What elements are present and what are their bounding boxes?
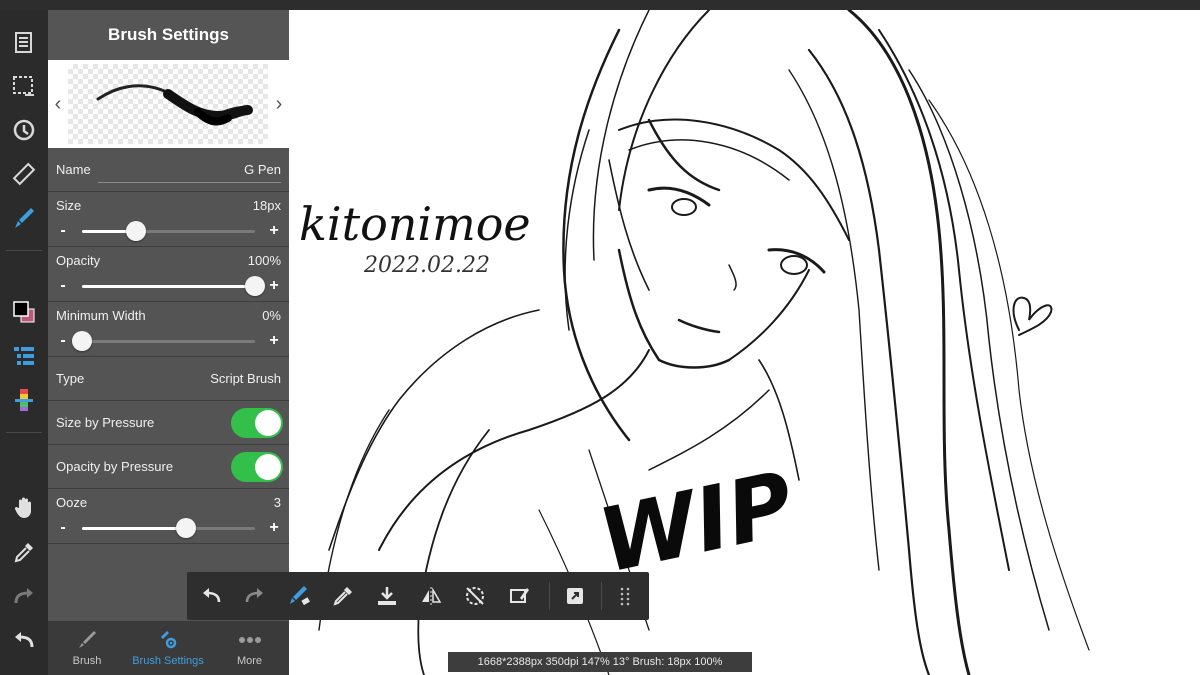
opacity-minus-button[interactable]: - (56, 278, 70, 294)
redo-icon[interactable] (6, 578, 42, 614)
minimum-width-label: Minimum Width (56, 308, 146, 323)
eraser-icon[interactable] (503, 580, 535, 612)
snap-off-icon[interactable] (459, 580, 491, 612)
signature-text: kitonimoe (299, 197, 531, 251)
size-by-pressure-row: Size by Pressure (48, 401, 289, 445)
date-text: 2022.02.22 (363, 253, 490, 278)
panel-bottom-tabs: Brush Brush Settings More (48, 621, 289, 675)
panel-title: Brush Settings (48, 10, 289, 60)
ooze-row: Ooze 3 - + (48, 489, 289, 544)
layers-icon[interactable] (6, 24, 42, 60)
tab-more-label: More (236, 655, 263, 667)
size-by-pressure-label: Size by Pressure (56, 415, 155, 430)
tab-brush[interactable]: Brush (48, 621, 126, 675)
ooze-label: Ooze (56, 495, 88, 510)
minimum-width-slider[interactable] (72, 331, 255, 351)
opacity-value: 100% (247, 253, 281, 268)
action-bar-divider (549, 582, 550, 610)
gradient-icon[interactable] (6, 382, 42, 418)
top-status-strip (0, 0, 1200, 10)
left-toolbar (0, 10, 48, 675)
opacity-slider-fill (82, 285, 255, 288)
name-underline (98, 182, 281, 183)
undo-icon[interactable] (195, 580, 227, 612)
undo-icon[interactable] (6, 622, 42, 658)
opacity-row: Opacity 100% - + (48, 247, 289, 302)
minimum-width-slider-knob[interactable] (72, 331, 92, 351)
name-label: Name (56, 162, 91, 177)
eyedropper-icon[interactable] (6, 534, 42, 570)
brush-stroke-preview (96, 84, 253, 126)
toolbar-divider (6, 250, 42, 251)
canvas-status-bar: 1668*2388px 350dpi 147% 13° Brush: 18px … (448, 652, 752, 672)
opacity-by-pressure-row: Opacity by Pressure (48, 445, 289, 489)
selection-icon[interactable] (6, 68, 42, 104)
brush-icon[interactable] (6, 200, 42, 236)
opacity-by-pressure-toggle[interactable] (231, 452, 283, 482)
size-label: Size (56, 198, 82, 213)
ooze-slider-fill (82, 527, 186, 530)
toggle-knob (255, 410, 281, 436)
preview-prev-arrow[interactable]: ‹ (50, 92, 66, 116)
minimum-width-plus-button[interactable]: + (267, 333, 281, 349)
brush-preview: ‹ › (48, 60, 289, 148)
toolbar-divider (6, 432, 42, 433)
type-label: Type (56, 371, 85, 386)
hand-icon[interactable] (6, 490, 42, 526)
ooze-value: 3 (273, 495, 281, 510)
minimum-width-minus-button[interactable]: - (56, 333, 70, 349)
opacity-plus-button[interactable]: + (267, 278, 281, 294)
size-by-pressure-toggle[interactable] (231, 408, 283, 438)
size-plus-button[interactable]: + (267, 223, 281, 239)
transform-icon[interactable] (6, 112, 42, 148)
fill-icon[interactable] (371, 580, 403, 612)
brush-settings-tab-icon (161, 631, 177, 649)
opacity-slider-knob[interactable] (245, 276, 265, 296)
size-slider-knob[interactable] (125, 221, 146, 241)
size-minus-button[interactable]: - (56, 223, 70, 239)
ooze-slider[interactable] (82, 518, 255, 538)
minimum-width-row: Minimum Width 0% - + (48, 302, 289, 357)
preview-next-arrow[interactable]: › (271, 92, 287, 116)
redo-icon[interactable] (239, 580, 271, 612)
fullscreen-icon[interactable] (559, 580, 591, 612)
toggle-knob (255, 454, 281, 480)
action-bar-divider (601, 582, 602, 610)
ruler-icon[interactable] (6, 156, 42, 192)
size-value: 18px (252, 198, 281, 213)
grid-dots-icon[interactable] (609, 580, 641, 612)
type-value[interactable]: Script Brush (210, 371, 281, 386)
minimum-width-value: 0% (262, 308, 281, 323)
ooze-slider-knob[interactable] (175, 518, 196, 538)
type-row[interactable]: Type Script Brush (48, 357, 289, 401)
quick-action-bar (187, 572, 649, 620)
layer-list-icon[interactable] (6, 338, 42, 374)
color-swatch-icon[interactable] (6, 294, 42, 330)
tab-more[interactable]: More (210, 621, 289, 675)
name-row[interactable]: Name G Pen (48, 148, 289, 192)
tab-brush-settings[interactable]: Brush Settings (126, 621, 210, 675)
opacity-label: Opacity (56, 253, 101, 268)
eyedropper-icon[interactable] (327, 580, 359, 612)
flip-icon[interactable] (415, 580, 447, 612)
tab-brush-label: Brush (72, 655, 102, 667)
ooze-minus-button[interactable]: - (56, 520, 70, 536)
brush-tab-icon (79, 631, 96, 648)
name-value[interactable]: G Pen (244, 162, 281, 177)
opacity-slider[interactable] (82, 276, 265, 296)
more-dots-icon (238, 637, 261, 643)
size-slider[interactable] (82, 221, 255, 241)
size-row: Size 18px - + (48, 192, 289, 247)
ooze-plus-button[interactable]: + (267, 520, 281, 536)
opacity-by-pressure-label: Opacity by Pressure (56, 459, 174, 474)
tab-brush-settings-label: Brush Settings (132, 655, 204, 667)
brush-eraser-icon[interactable] (283, 580, 315, 612)
